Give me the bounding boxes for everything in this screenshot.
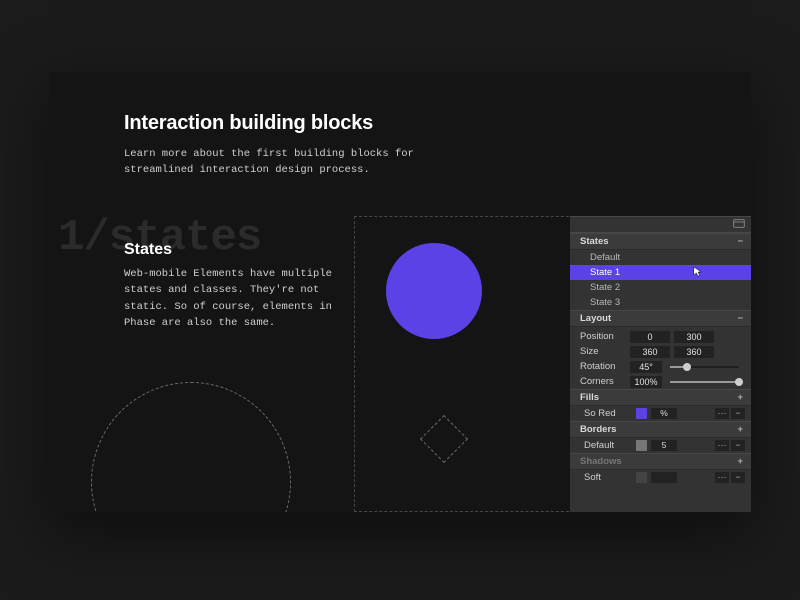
shadow-value[interactable] [651, 472, 677, 483]
rotation-input[interactable]: 45° [630, 361, 662, 373]
state-item-3[interactable]: State 3 [570, 295, 751, 310]
shadow-label: Soft [584, 472, 632, 483]
minus-icon[interactable]: − [737, 236, 743, 247]
section-title: States [124, 241, 172, 259]
size-row: Size 360 360 [570, 344, 751, 359]
corners-input[interactable]: 100% [630, 376, 662, 388]
shadows-header-label: Shadows [580, 456, 622, 467]
state-label: State 2 [590, 282, 620, 293]
fill-swatch[interactable] [636, 408, 647, 419]
fill-item[interactable]: So Red % ⋯ − [570, 406, 751, 421]
position-y-input[interactable]: 300 [674, 331, 714, 343]
section-body: Web-mobile Elements have multiple states… [124, 266, 334, 331]
rotation-row: Rotation 45° [570, 359, 751, 374]
minus-icon[interactable]: − [737, 313, 743, 324]
panel-icon[interactable] [733, 219, 745, 231]
plus-icon[interactable]: + [737, 392, 743, 403]
corners-label: Corners [580, 376, 626, 387]
border-label: Default [584, 440, 632, 451]
shadows-header[interactable]: Shadows + [570, 453, 751, 470]
borders-header-label: Borders [580, 424, 616, 435]
fills-header-label: Fills [580, 392, 599, 403]
borders-header[interactable]: Borders + [570, 421, 751, 438]
fill-label: So Red [584, 408, 632, 419]
border-item[interactable]: Default 5 ⋯ − [570, 438, 751, 453]
shadow-item[interactable]: Soft ⋯ − [570, 470, 751, 485]
minus-icon[interactable]: − [731, 472, 745, 483]
layout-header-label: Layout [580, 313, 611, 324]
minus-icon[interactable]: − [731, 408, 745, 419]
state-label: State 3 [590, 297, 620, 308]
cursor-icon [693, 266, 703, 281]
position-label: Position [580, 331, 626, 342]
fills-header[interactable]: Fills + [570, 389, 751, 406]
state-item-2[interactable]: State 2 [570, 280, 751, 295]
states-header[interactable]: States − [570, 233, 751, 250]
border-thickness[interactable]: 5 [651, 440, 677, 451]
more-icon[interactable]: ⋯ [715, 408, 729, 419]
position-x-input[interactable]: 0 [630, 331, 670, 343]
state-item-1[interactable]: State 1 [570, 265, 751, 280]
fill-alpha[interactable]: % [651, 408, 677, 419]
position-row: Position 0 300 [570, 329, 751, 344]
layout-header[interactable]: Layout − [570, 310, 751, 327]
state-label: Default [590, 252, 620, 263]
size-w-input[interactable]: 360 [630, 346, 670, 358]
plus-icon[interactable]: + [737, 456, 743, 467]
states-header-label: States [580, 236, 609, 247]
plus-icon[interactable]: + [737, 424, 743, 435]
rotation-label: Rotation [580, 361, 626, 372]
shadow-swatch[interactable] [636, 472, 647, 483]
corners-slider[interactable] [670, 381, 739, 383]
page-lead: Learn more about the first building bloc… [124, 146, 424, 179]
canvas-shape-circle[interactable] [386, 243, 482, 339]
rotation-slider[interactable] [670, 366, 739, 368]
more-icon[interactable]: ⋯ [715, 472, 729, 483]
page-title: Interaction building blocks [124, 112, 373, 135]
more-icon[interactable]: ⋯ [715, 440, 729, 451]
panel-topbar [570, 217, 751, 233]
state-item-default[interactable]: Default [570, 250, 751, 265]
decorative-arc [91, 382, 291, 512]
border-swatch[interactable] [636, 440, 647, 451]
minus-icon[interactable]: − [731, 440, 745, 451]
properties-panel: States − Default State 1 State 2 State 3… [570, 216, 751, 512]
content-card: Interaction building blocks Learn more a… [49, 72, 751, 512]
size-h-input[interactable]: 360 [674, 346, 714, 358]
size-label: Size [580, 346, 626, 357]
corners-row: Corners 100% [570, 374, 751, 389]
state-label: State 1 [590, 267, 620, 278]
